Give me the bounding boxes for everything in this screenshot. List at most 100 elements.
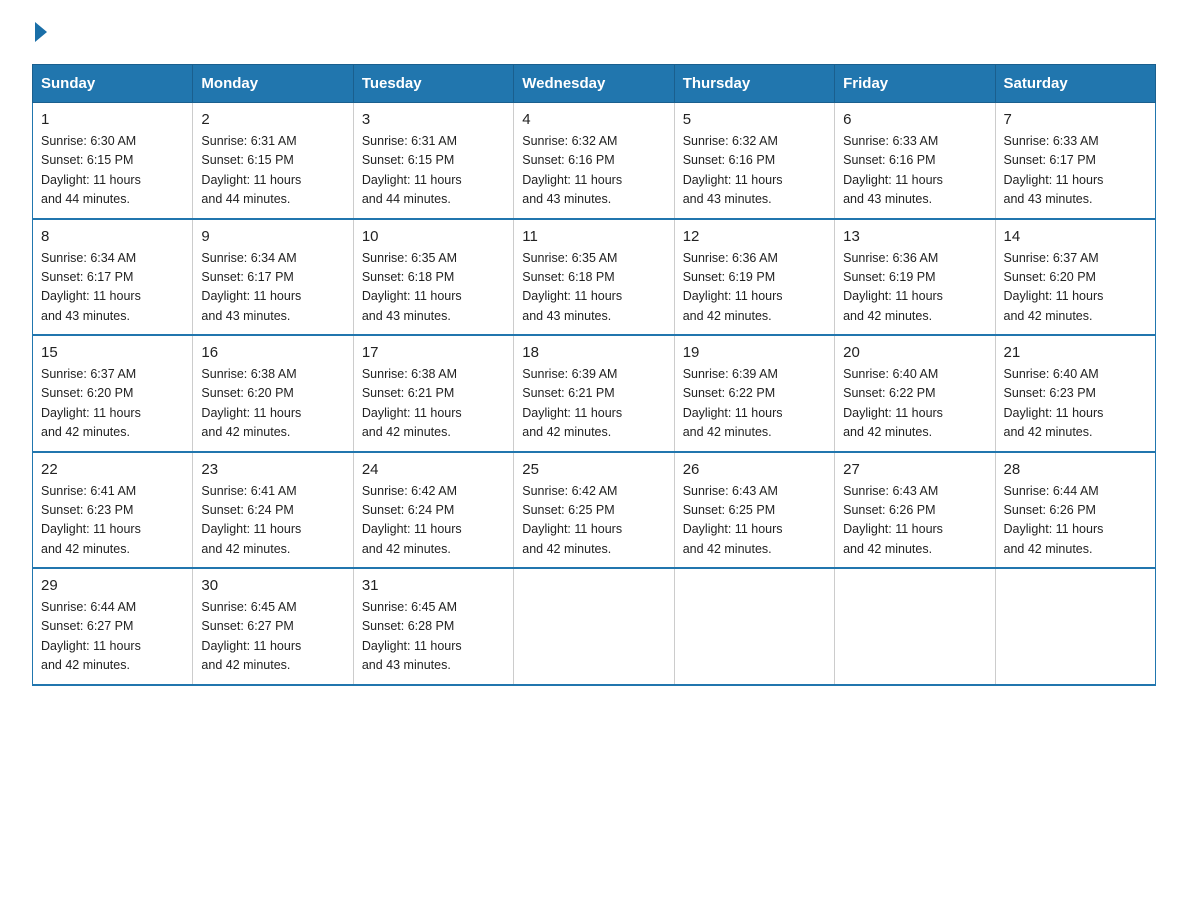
- day-number: 11: [522, 228, 665, 245]
- day-cell: 28 Sunrise: 6:44 AMSunset: 6:26 PMDayligh…: [995, 452, 1155, 569]
- day-info: Sunrise: 6:32 AMSunset: 6:16 PMDaylight:…: [683, 132, 826, 210]
- day-cell: 18 Sunrise: 6:39 AMSunset: 6:21 PMDayligh…: [514, 335, 674, 452]
- day-number: 14: [1004, 228, 1147, 245]
- day-cell: 7 Sunrise: 6:33 AMSunset: 6:17 PMDaylight…: [995, 103, 1155, 219]
- day-number: 3: [362, 111, 505, 128]
- day-cell: 19Sunrise: 6:39 AMSunset: 6:22 PMDayligh…: [674, 335, 834, 452]
- day-number: 7: [1004, 111, 1147, 128]
- day-cell: 25Sunrise: 6:42 AMSunset: 6:25 PMDayligh…: [514, 452, 674, 569]
- day-info: Sunrise: 6:35 AMSunset: 6:18 PMDaylight:…: [522, 249, 665, 327]
- day-cell: 2 Sunrise: 6:31 AMSunset: 6:15 PMDaylight…: [193, 103, 353, 219]
- logo: [32, 24, 47, 46]
- day-info: Sunrise: 6:34 AMSunset: 6:17 PMDaylight:…: [41, 249, 184, 327]
- logo-general: [32, 24, 47, 44]
- day-cell: 6 Sunrise: 6:33 AMSunset: 6:16 PMDaylight…: [835, 103, 995, 219]
- day-info: Sunrise: 6:44 AMSunset: 6:27 PMDaylight:…: [41, 598, 184, 676]
- day-info: Sunrise: 6:31 AMSunset: 6:15 PMDaylight:…: [201, 132, 344, 210]
- calendar-header-row: SundayMondayTuesdayWednesdayThursdayFrid…: [33, 65, 1156, 103]
- day-cell: 4 Sunrise: 6:32 AMSunset: 6:16 PMDaylight…: [514, 103, 674, 219]
- day-number: 16: [201, 344, 344, 361]
- header-cell-thursday: Thursday: [674, 65, 834, 103]
- day-number: 17: [362, 344, 505, 361]
- day-number: 26: [683, 461, 826, 478]
- day-info: Sunrise: 6:39 AMSunset: 6:21 PMDaylight:…: [522, 365, 665, 443]
- day-info: Sunrise: 6:43 AMSunset: 6:26 PMDaylight:…: [843, 482, 986, 560]
- day-number: 2: [201, 111, 344, 128]
- week-row-4: 22 Sunrise: 6:41 AMSunset: 6:23 PMDayligh…: [33, 452, 1156, 569]
- day-info: Sunrise: 6:37 AMSunset: 6:20 PMDaylight:…: [1004, 249, 1147, 327]
- day-number: 4: [522, 111, 665, 128]
- day-cell: 20 Sunrise: 6:40 AMSunset: 6:22 PMDayligh…: [835, 335, 995, 452]
- day-info: Sunrise: 6:35 AMSunset: 6:18 PMDaylight:…: [362, 249, 505, 327]
- day-number: 23: [201, 461, 344, 478]
- day-cell: [514, 568, 674, 685]
- header-cell-tuesday: Tuesday: [353, 65, 513, 103]
- day-number: 24: [362, 461, 505, 478]
- week-row-1: 1 Sunrise: 6:30 AMSunset: 6:15 PMDaylight…: [33, 103, 1156, 219]
- day-number: 22: [41, 461, 184, 478]
- day-cell: 8 Sunrise: 6:34 AMSunset: 6:17 PMDaylight…: [33, 219, 193, 336]
- day-info: Sunrise: 6:31 AMSunset: 6:15 PMDaylight:…: [362, 132, 505, 210]
- header-cell-friday: Friday: [835, 65, 995, 103]
- day-number: 8: [41, 228, 184, 245]
- week-row-5: 29Sunrise: 6:44 AMSunset: 6:27 PMDayligh…: [33, 568, 1156, 685]
- day-cell: [674, 568, 834, 685]
- day-number: 20: [843, 344, 986, 361]
- day-cell: 23Sunrise: 6:41 AMSunset: 6:24 PMDayligh…: [193, 452, 353, 569]
- day-info: Sunrise: 6:41 AMSunset: 6:23 PMDaylight:…: [41, 482, 184, 560]
- day-number: 18: [522, 344, 665, 361]
- page-header: [32, 24, 1156, 46]
- day-cell: 21Sunrise: 6:40 AMSunset: 6:23 PMDayligh…: [995, 335, 1155, 452]
- day-info: Sunrise: 6:34 AMSunset: 6:17 PMDaylight:…: [201, 249, 344, 327]
- day-cell: 17 Sunrise: 6:38 AMSunset: 6:21 PMDayligh…: [353, 335, 513, 452]
- day-cell: 26Sunrise: 6:43 AMSunset: 6:25 PMDayligh…: [674, 452, 834, 569]
- calendar-table: SundayMondayTuesdayWednesdayThursdayFrid…: [32, 64, 1156, 686]
- day-number: 6: [843, 111, 986, 128]
- day-info: Sunrise: 6:36 AMSunset: 6:19 PMDaylight:…: [683, 249, 826, 327]
- day-info: Sunrise: 6:44 AMSunset: 6:26 PMDaylight:…: [1004, 482, 1147, 560]
- day-number: 30: [201, 577, 344, 594]
- day-info: Sunrise: 6:38 AMSunset: 6:21 PMDaylight:…: [362, 365, 505, 443]
- day-info: Sunrise: 6:32 AMSunset: 6:16 PMDaylight:…: [522, 132, 665, 210]
- day-info: Sunrise: 6:36 AMSunset: 6:19 PMDaylight:…: [843, 249, 986, 327]
- day-number: 15: [41, 344, 184, 361]
- day-info: Sunrise: 6:33 AMSunset: 6:17 PMDaylight:…: [1004, 132, 1147, 210]
- day-info: Sunrise: 6:39 AMSunset: 6:22 PMDaylight:…: [683, 365, 826, 443]
- day-number: 9: [201, 228, 344, 245]
- day-number: 1: [41, 111, 184, 128]
- day-cell: 30 Sunrise: 6:45 AMSunset: 6:27 PMDayligh…: [193, 568, 353, 685]
- day-cell: 13 Sunrise: 6:36 AMSunset: 6:19 PMDayligh…: [835, 219, 995, 336]
- day-cell: 3 Sunrise: 6:31 AMSunset: 6:15 PMDaylight…: [353, 103, 513, 219]
- day-cell: 22 Sunrise: 6:41 AMSunset: 6:23 PMDayligh…: [33, 452, 193, 569]
- day-cell: 11 Sunrise: 6:35 AMSunset: 6:18 PMDayligh…: [514, 219, 674, 336]
- day-cell: [835, 568, 995, 685]
- header-cell-sunday: Sunday: [33, 65, 193, 103]
- day-cell: 15 Sunrise: 6:37 AMSunset: 6:20 PMDayligh…: [33, 335, 193, 452]
- day-cell: 14 Sunrise: 6:37 AMSunset: 6:20 PMDayligh…: [995, 219, 1155, 336]
- day-info: Sunrise: 6:37 AMSunset: 6:20 PMDaylight:…: [41, 365, 184, 443]
- header-cell-monday: Monday: [193, 65, 353, 103]
- week-row-2: 8 Sunrise: 6:34 AMSunset: 6:17 PMDaylight…: [33, 219, 1156, 336]
- day-number: 25: [522, 461, 665, 478]
- day-info: Sunrise: 6:45 AMSunset: 6:27 PMDaylight:…: [201, 598, 344, 676]
- day-cell: 9 Sunrise: 6:34 AMSunset: 6:17 PMDaylight…: [193, 219, 353, 336]
- day-info: Sunrise: 6:45 AMSunset: 6:28 PMDaylight:…: [362, 598, 505, 676]
- day-info: Sunrise: 6:38 AMSunset: 6:20 PMDaylight:…: [201, 365, 344, 443]
- day-number: 27: [843, 461, 986, 478]
- day-cell: 5Sunrise: 6:32 AMSunset: 6:16 PMDaylight…: [674, 103, 834, 219]
- day-number: 12: [683, 228, 826, 245]
- day-info: Sunrise: 6:42 AMSunset: 6:24 PMDaylight:…: [362, 482, 505, 560]
- week-row-3: 15 Sunrise: 6:37 AMSunset: 6:20 PMDayligh…: [33, 335, 1156, 452]
- day-number: 31: [362, 577, 505, 594]
- day-info: Sunrise: 6:40 AMSunset: 6:22 PMDaylight:…: [843, 365, 986, 443]
- day-number: 21: [1004, 344, 1147, 361]
- day-number: 13: [843, 228, 986, 245]
- logo-arrow-icon: [35, 22, 47, 42]
- header-cell-wednesday: Wednesday: [514, 65, 674, 103]
- day-cell: 10Sunrise: 6:35 AMSunset: 6:18 PMDayligh…: [353, 219, 513, 336]
- day-info: Sunrise: 6:30 AMSunset: 6:15 PMDaylight:…: [41, 132, 184, 210]
- day-number: 28: [1004, 461, 1147, 478]
- day-cell: [995, 568, 1155, 685]
- day-cell: 24 Sunrise: 6:42 AMSunset: 6:24 PMDayligh…: [353, 452, 513, 569]
- day-info: Sunrise: 6:33 AMSunset: 6:16 PMDaylight:…: [843, 132, 986, 210]
